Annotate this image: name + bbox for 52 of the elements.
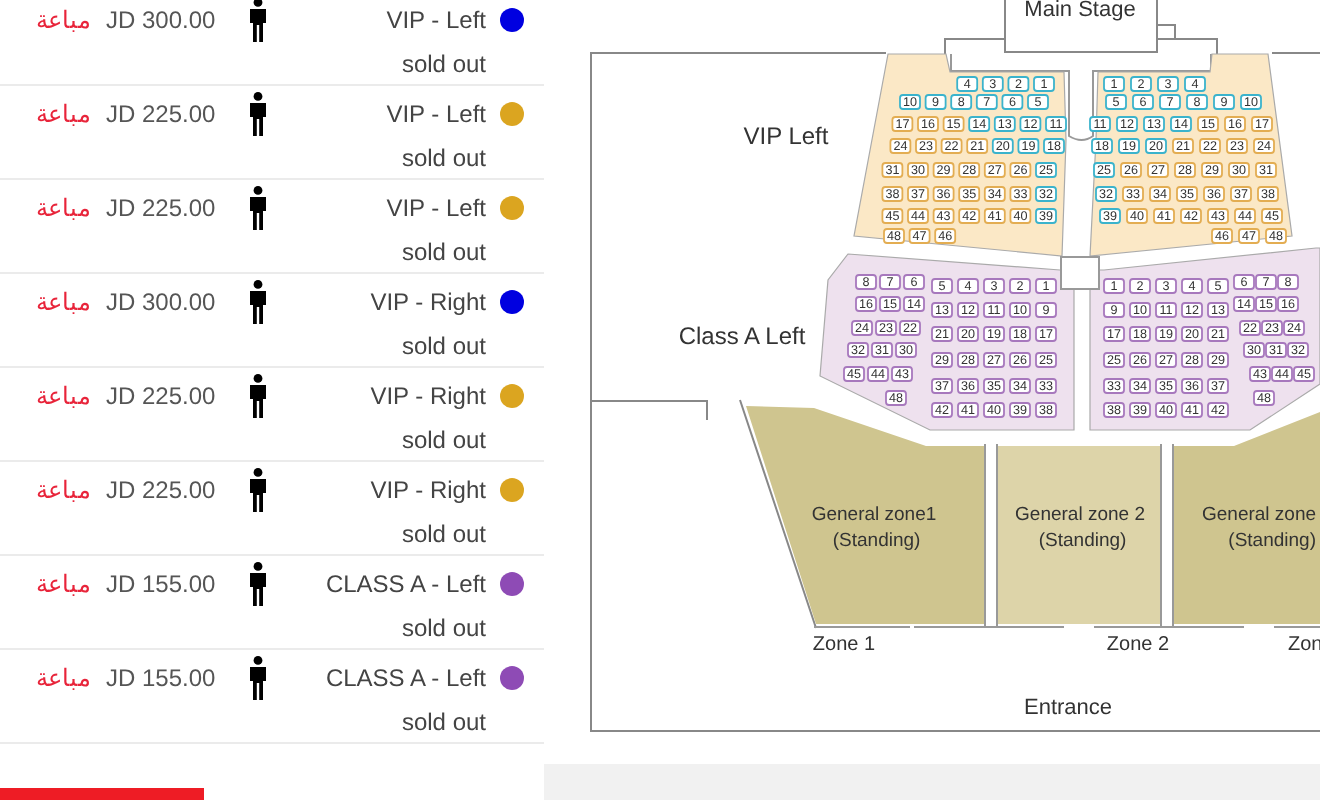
section-name: VIP - Right: [370, 288, 486, 316]
person-icon: [247, 656, 268, 700]
person-icon: [247, 0, 268, 42]
person-icon: [247, 280, 268, 324]
status-label: مباعة: [36, 476, 90, 504]
person-icon: [247, 468, 268, 512]
availability-label: sold out: [401, 708, 486, 736]
availability-label: sold out: [401, 144, 486, 172]
availability-label: sold out: [401, 426, 486, 454]
availability-label: sold out: [401, 238, 486, 266]
gate-label: Zone 2: [1106, 634, 1170, 656]
price: JD 225.00: [106, 476, 216, 504]
price: JD 155.00: [106, 664, 216, 692]
availability-label: sold out: [401, 50, 486, 78]
status-label: مباعة: [36, 6, 90, 34]
standing-zone[interactable]: [998, 446, 1160, 624]
stage: Main Stage: [1004, 0, 1158, 53]
section-name: VIP - Left: [386, 6, 486, 34]
zone-label: General zone 2 (Standing): [1015, 504, 1145, 552]
section-label: Class A Left: [678, 322, 806, 350]
person-icon: [247, 374, 268, 418]
section-name: CLASS A - Left: [325, 664, 486, 692]
gate-label: Zone 1: [812, 634, 876, 656]
section-name: CLASS A - Left: [325, 570, 486, 598]
person-icon: [247, 186, 268, 230]
section-name: VIP - Right: [370, 476, 486, 504]
section-name: VIP - Right: [370, 382, 486, 410]
zone-label: General zone1 (Standing): [811, 504, 937, 552]
availability-label: sold out: [401, 614, 486, 642]
status-label: مباعة: [36, 382, 90, 410]
status-label: مباعة: [36, 194, 90, 222]
section-label: VIP Left: [743, 122, 829, 150]
status-label: مباعة: [36, 664, 90, 692]
price: JD 225.00: [106, 382, 216, 410]
person-icon: [247, 562, 268, 606]
availability-label: sold out: [401, 332, 486, 360]
price: JD 225.00: [106, 194, 216, 222]
section-name: VIP - Left: [386, 100, 486, 128]
status-label: مباعة: [36, 100, 90, 128]
status-label: مباعة: [36, 570, 90, 598]
price: JD 155.00: [106, 570, 216, 598]
section-name: VIP - Left: [386, 194, 486, 222]
zone-label: General zone (Standing): [1202, 504, 1317, 552]
availability-label: sold out: [401, 520, 486, 548]
status-label: مباعة: [36, 288, 90, 316]
entrance-label: Entrance: [1023, 696, 1113, 720]
person-icon: [247, 92, 268, 136]
price: JD 300.00: [106, 288, 216, 316]
price: JD 225.00: [106, 100, 216, 128]
price: JD 300.00: [106, 6, 216, 34]
standing-zone[interactable]: [1174, 412, 1320, 624]
standing-zone[interactable]: [746, 406, 984, 624]
